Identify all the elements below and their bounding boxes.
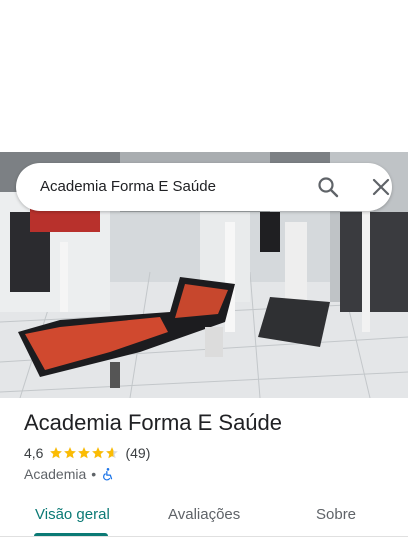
review-count[interactable]: (49) [125,445,150,461]
star-icon [92,447,105,459]
tabs-divider [0,536,408,537]
tab-about[interactable]: Sobre [316,506,356,523]
wheelchair-icon [101,467,115,481]
search-bar[interactable]: Academia Forma E Saúde [16,163,392,211]
separator-dot: • [91,466,97,482]
star-icon [50,447,63,459]
search-input[interactable]: Academia Forma E Saúde [40,178,216,195]
rating-stars [49,446,119,460]
star-icon [106,447,119,459]
search-icon[interactable] [316,175,340,199]
place-title: Academia Forma E Saúde [24,410,283,435]
star-icon [78,447,91,459]
category-row: Academia • [24,465,115,483]
top-blank-area [0,0,408,152]
star-icon [64,447,77,459]
place-category: Academia [24,466,87,482]
rating-value: 4,6 [24,445,44,461]
tab-reviews[interactable]: Avaliações [168,506,240,523]
close-icon[interactable] [369,175,393,199]
rating-row[interactable]: 4,6 (49) [24,444,150,462]
tab-overview[interactable]: Visão geral [35,506,110,523]
tab-bar: Visão geral Avaliações Sobre [0,496,408,544]
